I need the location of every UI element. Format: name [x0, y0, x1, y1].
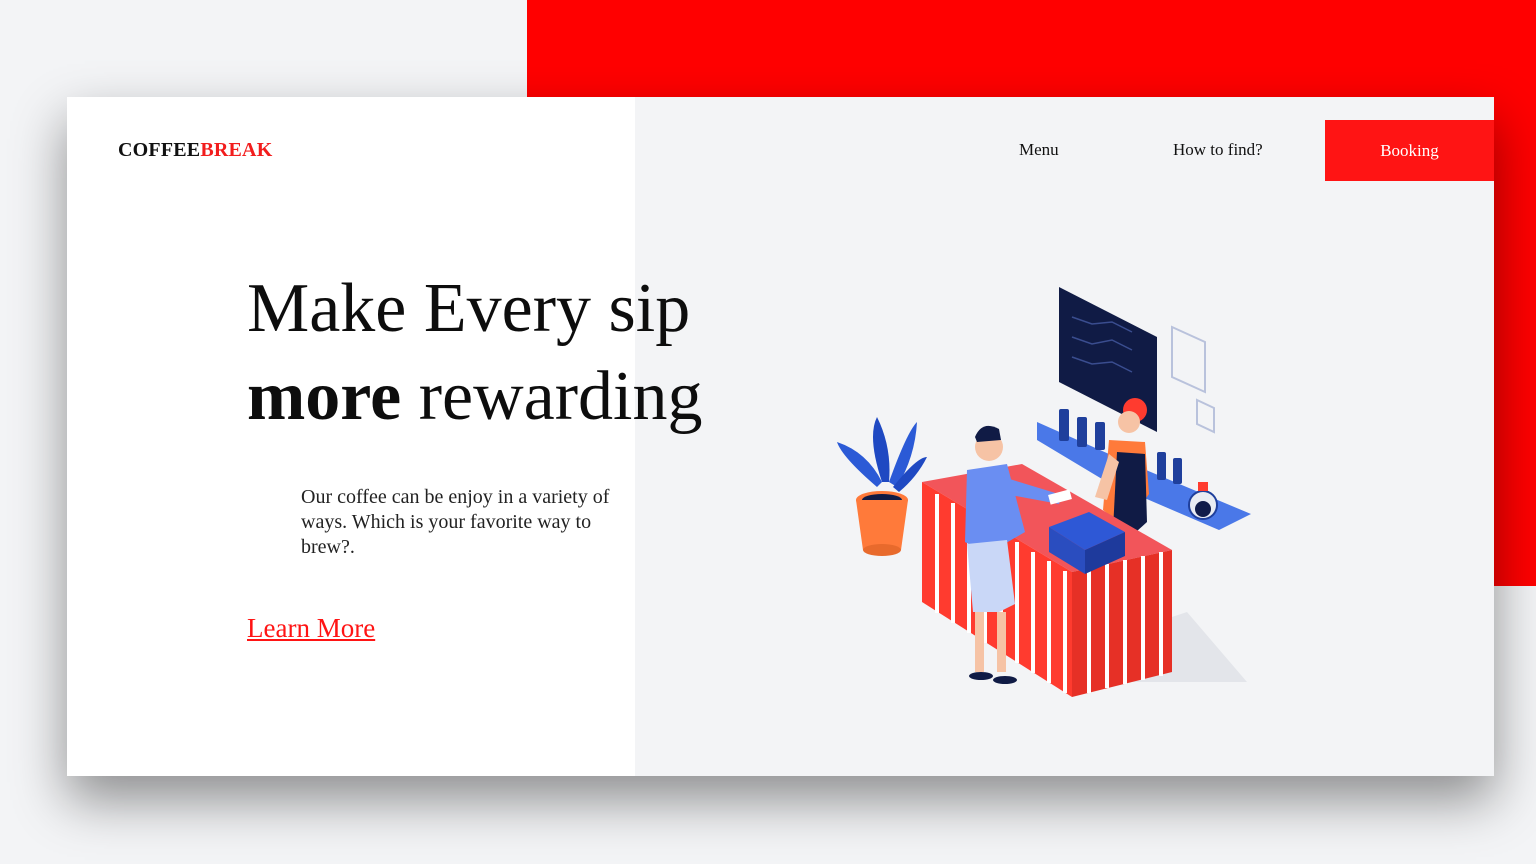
- learn-more-link[interactable]: Learn More: [247, 613, 375, 644]
- brand-logo[interactable]: COFFEEBREAK: [118, 139, 272, 162]
- nav-how-to-find-link[interactable]: How to find?: [1173, 140, 1263, 160]
- headline-bold-word: more: [247, 358, 402, 435]
- nav-menu-link[interactable]: Menu: [1019, 140, 1059, 160]
- brand-logo-text: COFFEE: [118, 139, 201, 161]
- hero-headline: Make Every sip more rewarding: [247, 265, 702, 441]
- hero-card: COFFEEBREAK Menu How to find? Booking Ma…: [67, 97, 1494, 776]
- headline-line-1: Make Every sip: [247, 270, 691, 347]
- hero-description: Our coffee can be enjoy in a variety of …: [301, 486, 610, 558]
- barista-counter-illustration: [837, 287, 1251, 697]
- booking-button[interactable]: Booking: [1325, 120, 1494, 181]
- brand-logo-accent: BREAK: [200, 139, 273, 161]
- headline-line-2: rewarding: [401, 358, 703, 435]
